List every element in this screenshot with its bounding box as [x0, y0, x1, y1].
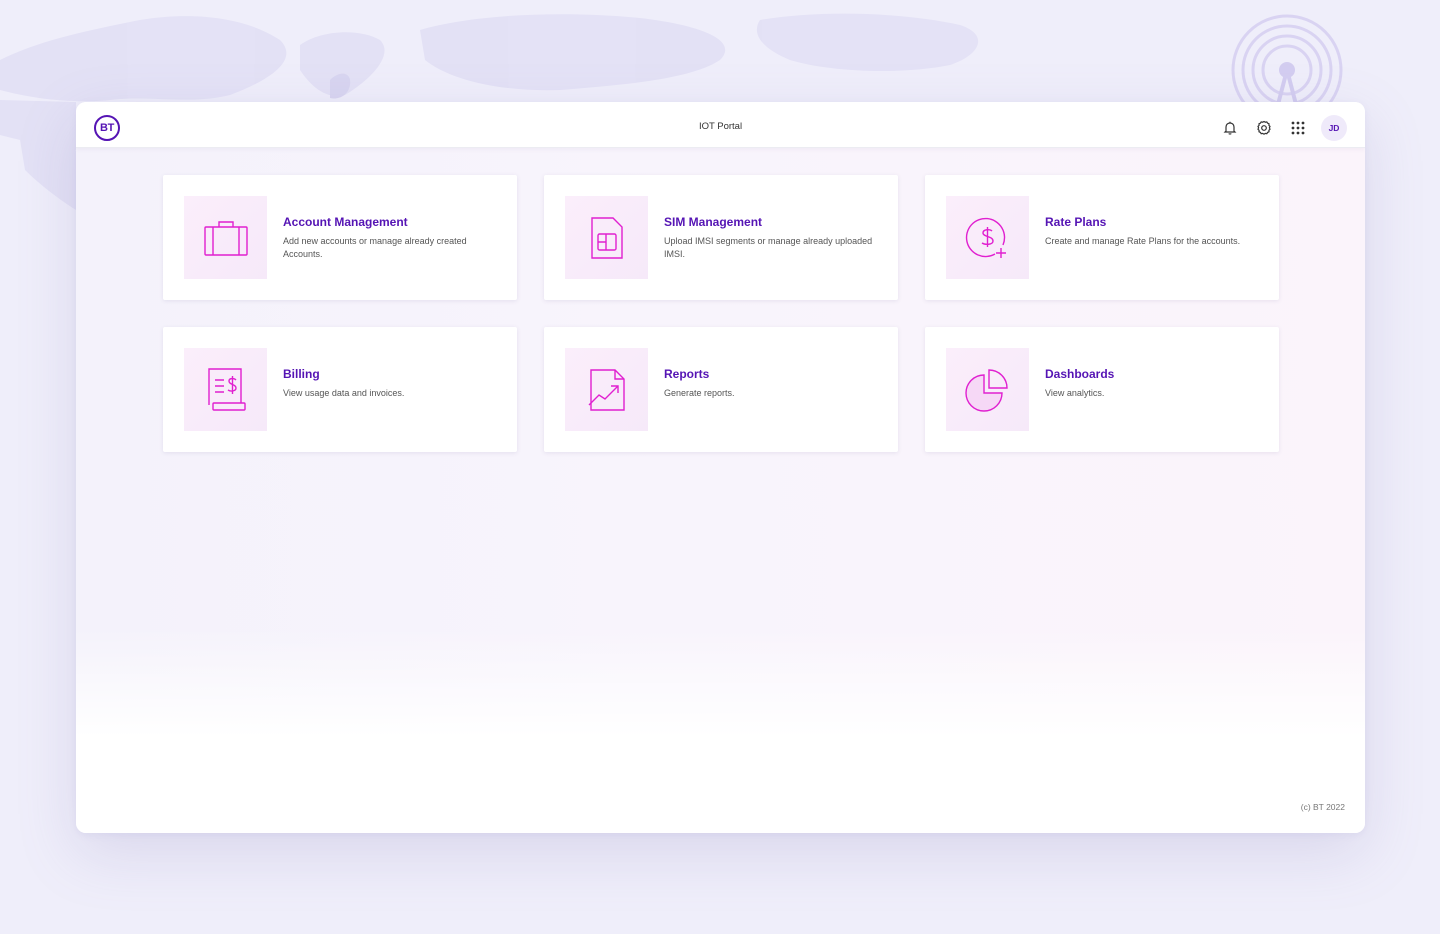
page-title: IOT Portal: [698, 121, 743, 132]
module-cards-grid: Account Management Add new accounts or m…: [163, 175, 1279, 452]
card-description: Upload IMSI segments or manage already u…: [664, 236, 873, 259]
signal-tower-decoration: [1231, 14, 1343, 112]
card-rate-plans[interactable]: Rate Plans Create and manage Rate Plans …: [925, 175, 1279, 300]
portal-window: BT IOT Portal JD Account Management Add …: [76, 102, 1365, 833]
user-avatar[interactable]: JD: [1321, 115, 1347, 141]
card-reports[interactable]: Reports Generate reports.: [544, 327, 898, 452]
card-sim-management[interactable]: SIM Management Upload IMSI segments or m…: [544, 175, 898, 300]
apps-grid-icon[interactable]: [1287, 117, 1309, 139]
header-actions: JD: [1219, 115, 1347, 141]
card-description: Create and manage Rate Plans for the acc…: [1045, 236, 1241, 246]
card-title: Billing: [283, 367, 320, 381]
card-billing[interactable]: Billing View usage data and invoices.: [163, 327, 517, 452]
card-dashboards[interactable]: Dashboards View analytics.: [925, 327, 1279, 452]
card-title: SIM Management: [664, 215, 763, 229]
card-account-management[interactable]: Account Management Add new accounts or m…: [163, 175, 517, 300]
card-title: Account Management: [283, 215, 408, 229]
report-trend-icon: [565, 348, 648, 431]
briefcase-icon: [184, 196, 267, 279]
card-description: View usage data and invoices.: [283, 388, 405, 398]
gear-icon[interactable]: [1253, 117, 1275, 139]
sim-card-icon: [565, 196, 648, 279]
dollar-plus-icon: [946, 196, 1029, 279]
top-header: BT IOT Portal JD: [76, 102, 1365, 148]
invoice-icon: [184, 348, 267, 431]
bell-icon[interactable]: [1219, 117, 1241, 139]
pie-chart-icon: [946, 348, 1029, 431]
card-description: Generate reports.: [664, 388, 735, 398]
card-title: Dashboards: [1045, 367, 1115, 381]
card-description: Add new accounts or manage already creat…: [283, 236, 467, 259]
footer-copyright: (c) BT 2022: [1300, 802, 1345, 812]
card-title: Reports: [664, 367, 710, 381]
card-title: Rate Plans: [1045, 215, 1107, 229]
card-description: View analytics.: [1045, 388, 1105, 398]
